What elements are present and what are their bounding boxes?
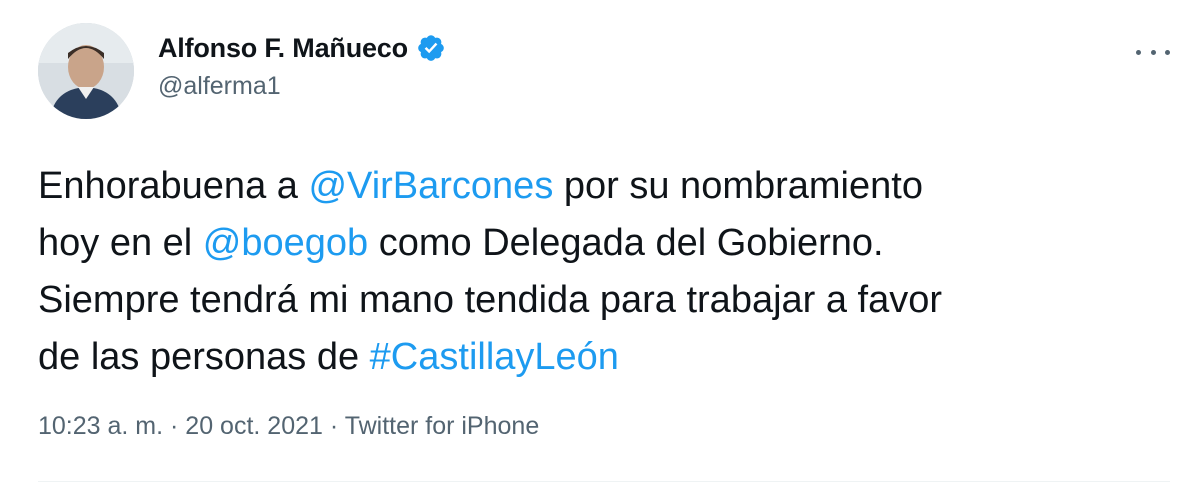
- meta-separator: ·: [322, 412, 345, 440]
- more-dot: [1150, 49, 1156, 55]
- tweet-time[interactable]: 10:23 a. m.: [38, 412, 163, 440]
- mention-link[interactable]: @boegob: [203, 222, 368, 264]
- avatar[interactable]: [38, 23, 134, 119]
- tweet-source[interactable]: Twitter for iPhone: [345, 412, 540, 440]
- hashtag-link[interactable]: #CastillayLeón: [370, 336, 619, 378]
- author-display-name[interactable]: Alfonso F. Mañueco: [158, 33, 408, 64]
- mention-link[interactable]: @VirBarcones: [308, 165, 553, 207]
- verified-badge-icon: [416, 33, 446, 63]
- name-row: Alfonso F. Mañueco: [158, 30, 446, 66]
- tweet-date[interactable]: 20 oct. 2021: [185, 412, 323, 440]
- more-dot: [1165, 49, 1170, 55]
- meta-separator: ·: [163, 412, 186, 440]
- divider: [38, 481, 1170, 482]
- tweet-text-part: Enhorabuena a: [38, 165, 309, 207]
- tweet-text: Enhorabuena a @VirBarcones por su nombra…: [38, 158, 1168, 386]
- author-handle[interactable]: @alferma1: [158, 72, 446, 101]
- tweet-metadata: 10:23 a. m. · 20 oct. 2021 · Twitter for…: [38, 412, 539, 441]
- avatar-image: [38, 23, 134, 119]
- author-block: Alfonso F. Mañueco @alferma1: [158, 30, 446, 101]
- tweet-card: Alfonso F. Mañueco @alferma1 Enhorabuena…: [0, 0, 1200, 489]
- more-dot: [1136, 49, 1141, 55]
- more-options-icon[interactable]: [1136, 37, 1170, 67]
